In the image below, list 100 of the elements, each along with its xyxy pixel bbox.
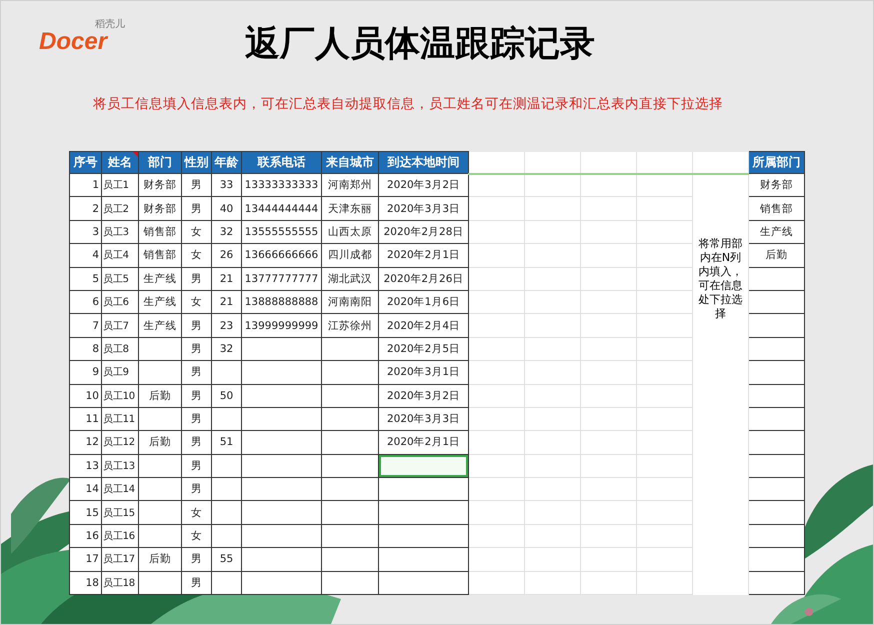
row-number: 10 <box>70 384 102 408</box>
department-cell: 后勤 <box>138 384 182 408</box>
age-cell: 21 <box>212 290 242 314</box>
sheet-title: 返厂人员体温跟踪记录 <box>245 22 595 66</box>
department-cell: 财务部 <box>138 196 182 220</box>
note-text: 将常用部内在N列内填入，可在信息处下拉选择 <box>692 174 748 384</box>
row-number: 4 <box>70 244 102 268</box>
row-number: 3 <box>70 220 102 244</box>
department-option: 销售部 <box>748 196 804 220</box>
phone-cell: 13777777777 <box>242 267 322 290</box>
name-cell: 员工4 <box>102 244 138 268</box>
department-cell: 生产线 <box>138 290 182 314</box>
phone-cell: 13999999999 <box>242 314 322 338</box>
column-header: 性别 <box>182 152 212 174</box>
gender-cell: 男 <box>182 454 212 478</box>
name-cell: 员工18 <box>102 571 138 595</box>
row-number: 15 <box>70 500 102 524</box>
city-cell: 河南郑州 <box>322 174 378 197</box>
column-header: 年龄 <box>212 152 242 174</box>
row-number: 6 <box>70 290 102 314</box>
arrival-date-cell: 2020年2月1日 <box>378 430 468 454</box>
gender-cell: 男 <box>182 430 212 454</box>
gender-cell: 女 <box>182 500 212 524</box>
city-cell: 湖北武汉 <box>322 267 378 290</box>
department-cell: 后勤 <box>138 430 182 454</box>
name-cell: 员工16 <box>102 524 138 548</box>
gender-cell: 男 <box>182 384 212 408</box>
row-number: 14 <box>70 478 102 501</box>
department-cell: 销售部 <box>138 244 182 268</box>
name-cell: 员工1 <box>102 174 138 197</box>
column-header: 来自城市 <box>322 152 378 174</box>
gender-cell: 男 <box>182 571 212 595</box>
gender-cell: 男 <box>182 478 212 501</box>
gender-cell: 男 <box>182 196 212 220</box>
age-cell: 32 <box>212 220 242 244</box>
department-cell: 财务部 <box>138 174 182 197</box>
name-cell: 员工6 <box>102 290 138 314</box>
phone-cell: 13666666666 <box>242 244 322 268</box>
name-cell: 员工7 <box>102 314 138 338</box>
department-cell: 生产线 <box>138 314 182 338</box>
arrival-date-cell: 2020年3月2日 <box>378 384 468 408</box>
name-cell: 员工10 <box>102 384 138 408</box>
phone-cell: 13555555555 <box>242 220 322 244</box>
department-option: 后勤 <box>748 244 804 268</box>
arrival-date-cell: 2020年2月1日 <box>378 244 468 268</box>
name-cell: 员工5 <box>102 267 138 290</box>
column-header: 到达本地时间 <box>378 152 468 174</box>
name-cell: 员工14 <box>102 478 138 501</box>
age-cell: 55 <box>212 548 242 572</box>
gender-cell: 男 <box>182 314 212 338</box>
column-header: 序号 <box>70 152 102 174</box>
age-cell: 33 <box>212 174 242 197</box>
city-cell: 河南南阳 <box>322 290 378 314</box>
city-cell: 江苏徐州 <box>322 314 378 338</box>
arrival-date-cell: 2020年3月3日 <box>378 196 468 220</box>
arrival-date-cell: 2020年3月1日 <box>378 360 468 384</box>
city-cell: 四川成都 <box>322 244 378 268</box>
phone-cell: 13333333333 <box>242 174 322 197</box>
city-cell: 山西太原 <box>322 220 378 244</box>
gender-cell: 女 <box>182 244 212 268</box>
arrival-date-cell: 2020年3月3日 <box>378 407 468 431</box>
gender-cell: 男 <box>182 337 212 361</box>
arrival-date-cell: 2020年2月28日 <box>378 220 468 244</box>
age-cell: 40 <box>212 196 242 220</box>
row-number: 13 <box>70 454 102 478</box>
row-number: 12 <box>70 430 102 454</box>
phone-cell: 13444444444 <box>242 196 322 220</box>
column-header: 所属部门 <box>748 152 804 174</box>
row-number: 16 <box>70 524 102 548</box>
department-cell: 后勤 <box>138 548 182 572</box>
row-number: 2 <box>70 196 102 220</box>
row-number: 9 <box>70 360 102 384</box>
gender-cell: 男 <box>182 360 212 384</box>
arrival-date-cell: 2020年1月6日 <box>378 290 468 314</box>
age-cell: 32 <box>212 337 242 361</box>
city-cell: 天津东丽 <box>322 196 378 220</box>
gender-cell: 男 <box>182 548 212 572</box>
row-number: 17 <box>70 548 102 572</box>
gender-cell: 男 <box>182 174 212 197</box>
row-number: 11 <box>70 407 102 431</box>
instruction-text: 将员工信息填入信息表内，可在汇总表自动提取信息，员工姓名可在测温记录和汇总表内直接下拉选择 <box>93 95 724 113</box>
department-option: 财务部 <box>748 174 804 197</box>
age-cell: 50 <box>212 384 242 408</box>
gender-cell: 男 <box>182 407 212 431</box>
age-cell: 21 <box>212 267 242 290</box>
logo-wordmark: Docer <box>39 29 108 55</box>
column-header: 姓名 <box>102 152 138 174</box>
row-number: 18 <box>70 571 102 595</box>
arrival-date-cell: 2020年2月26日 <box>378 267 468 290</box>
name-cell: 员工2 <box>102 196 138 220</box>
age-cell: 23 <box>212 314 242 338</box>
row-number: 7 <box>70 314 102 338</box>
gender-cell: 男 <box>182 267 212 290</box>
age-cell: 51 <box>212 430 242 454</box>
phone-cell: 13888888888 <box>242 290 322 314</box>
name-cell: 员工17 <box>102 548 138 572</box>
name-cell: 员工11 <box>102 407 138 431</box>
column-header: 部门 <box>138 152 182 174</box>
department-cell: 生产线 <box>138 267 182 290</box>
arrival-date-cell: 2020年3月2日 <box>378 174 468 197</box>
